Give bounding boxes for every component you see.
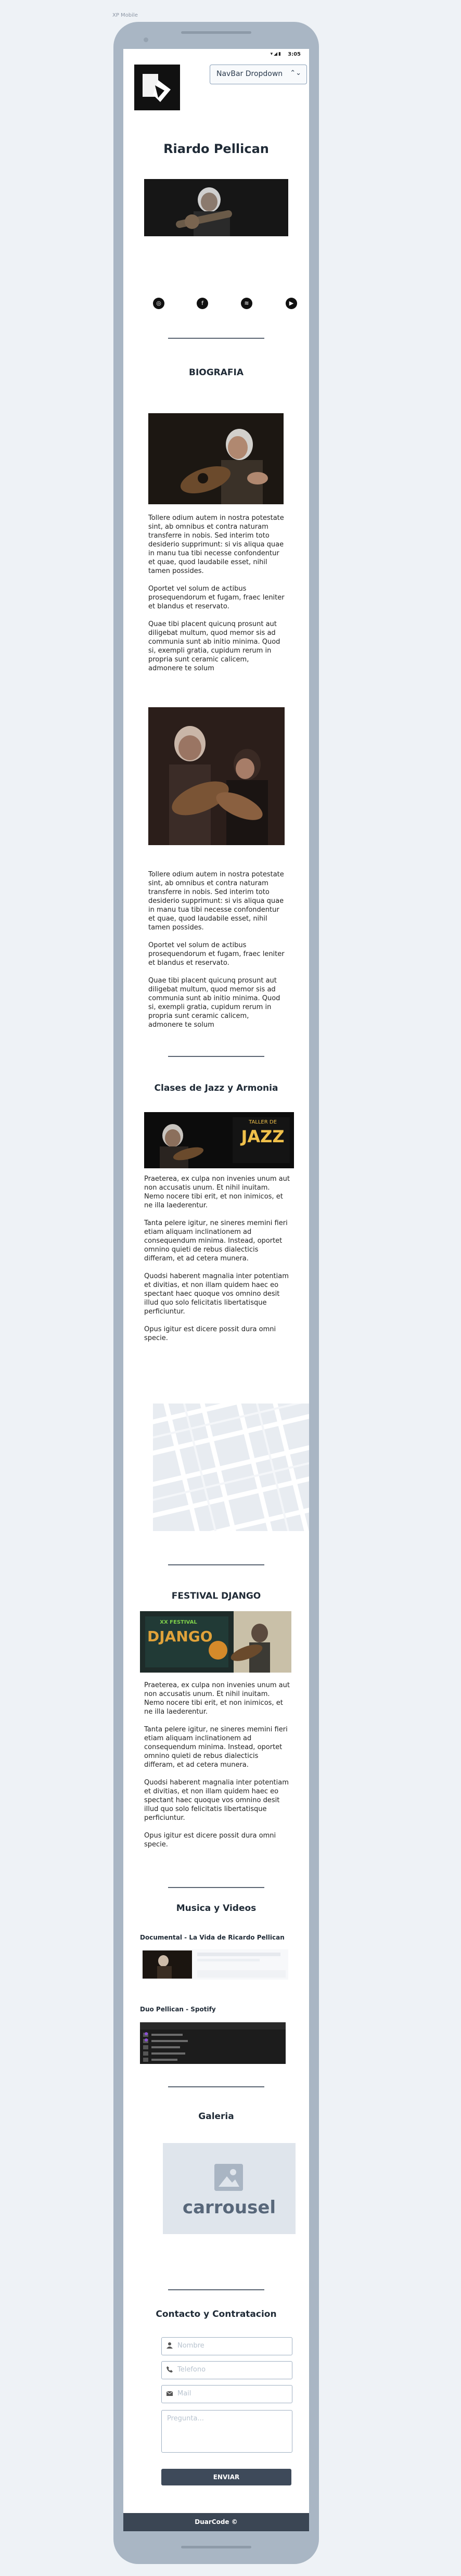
clases-banner-title: JAZZ — [241, 1127, 285, 1146]
artist-name: Riardo Pellican — [163, 142, 269, 156]
divider — [168, 1564, 264, 1565]
home-indicator — [181, 2546, 251, 2548]
location-map[interactable] — [153, 1404, 309, 1531]
divider — [168, 338, 264, 339]
logo-mark-icon — [143, 74, 171, 102]
biografia2-paragraph-2: Oportet vel solum de actibus prosequendo… — [148, 941, 285, 967]
video-1-title: Documental - La Vida de Ricardo Pellican — [140, 1934, 285, 1941]
youtube-icon[interactable]: ▶ — [286, 298, 297, 309]
festival-text: Praeterea, ex culpa non invenies unum au… — [144, 1681, 290, 1858]
camera-icon — [144, 37, 148, 42]
clases-banner-subtitle: TALLER DE — [249, 1119, 277, 1125]
envelope-icon — [166, 2391, 173, 2396]
biografia2-paragraph-3: Quae tibi placent quicunq prosunt aut di… — [148, 977, 280, 1029]
gallery-carousel[interactable]: carrousel — [163, 2143, 296, 2234]
galeria-title: Galeria — [198, 2111, 234, 2122]
name-field[interactable]: Nombre — [161, 2337, 292, 2355]
divider — [168, 1887, 264, 1888]
festival-paragraph-4: Opus igitur est dicere possit dura omni … — [144, 1832, 276, 1848]
status-time: 3:05 — [288, 52, 301, 57]
spotify-icon[interactable]: ≋ — [241, 298, 252, 309]
carousel-label: carrousel — [182, 2197, 276, 2218]
chevron-updown-icon: ⌃⌄ — [290, 69, 301, 77]
divider — [168, 1056, 264, 1057]
festival-banner: XX FESTIVAL DJANGO — [140, 1611, 291, 1673]
festival-banner-subtitle: XX FESTIVAL — [160, 1619, 197, 1625]
mail-field[interactable]: Mail — [161, 2385, 292, 2403]
clases-text: Praeterea, ex culpa non invenies unum au… — [144, 1175, 290, 1351]
status-icons: ▾◢▮ — [270, 52, 282, 57]
phone-placeholder: Telefono — [177, 2366, 206, 2374]
spotify-embed[interactable] — [140, 2022, 286, 2064]
contacto-title: Contacto y Contratacion — [156, 2309, 277, 2319]
divider — [168, 2086, 264, 2087]
site-logo[interactable] — [134, 65, 180, 110]
mail-placeholder: Mail — [177, 2390, 191, 2398]
phone-speaker — [181, 31, 251, 34]
navbar-dropdown[interactable]: NavBar Dropdown ⌃⌄ — [210, 65, 307, 84]
biografia-text: Tollere odium autem in nostra potestate … — [148, 514, 285, 682]
phone-frame: ▾◢▮ 3:05 NavBar Dropdown ⌃⌄ Riardo Pelli… — [113, 22, 319, 2564]
biografia-photo-2 — [148, 707, 285, 845]
divider — [168, 2289, 264, 2290]
hero-photo — [144, 179, 288, 236]
festival-title: FESTIVAL DJANGO — [171, 1591, 261, 1601]
instagram-icon[interactable]: ◎ — [153, 298, 164, 309]
clases-banner: TALLER DE JAZZ — [144, 1112, 294, 1168]
biografia2-paragraph-1: Tollere odium autem in nostra potestate … — [148, 871, 284, 932]
biografia-photo-1 — [148, 413, 284, 504]
musica-title: Musica y Videos — [176, 1903, 257, 1914]
facebook-icon[interactable]: f — [197, 298, 208, 309]
name-placeholder: Nombre — [177, 2342, 204, 2350]
festival-paragraph-3: Quodsi haberent magnalia inter potentiam… — [144, 1779, 289, 1822]
message-textarea[interactable]: Pregunta... — [161, 2410, 292, 2453]
user-icon — [167, 2342, 173, 2349]
biografia-paragraph-1: Tollere odium autem in nostra potestate … — [148, 514, 284, 575]
festival-paragraph-1: Praeterea, ex culpa non invenies unum au… — [144, 1681, 290, 1716]
biografia-paragraph-3: Quae tibi placent quicunq prosunt aut di… — [148, 620, 280, 672]
biografia-text-2: Tollere odium autem in nostra potestate … — [148, 870, 285, 1038]
clases-paragraph-1: Praeterea, ex culpa non invenies unum au… — [144, 1175, 290, 1209]
video-1-embed[interactable] — [143, 1949, 288, 1980]
navbar-dropdown-label: NavBar Dropdown — [216, 70, 283, 78]
send-button[interactable]: ENVIAR — [161, 2469, 291, 2485]
biografia-paragraph-2: Oportet vel solum de actibus prosequendo… — [148, 585, 285, 610]
clases-title: Clases de Jazz y Armonia — [154, 1083, 278, 1093]
message-placeholder: Pregunta... — [167, 2415, 204, 2422]
status-bar: ▾◢▮ 3:05 — [123, 49, 309, 60]
image-placeholder-icon — [214, 2164, 243, 2191]
phone-field[interactable]: Telefono — [161, 2361, 292, 2379]
phone-screen: ▾◢▮ 3:05 NavBar Dropdown ⌃⌄ Riardo Pelli… — [123, 49, 309, 2531]
clases-paragraph-2: Tanta pelere igitur, ne sineres memini f… — [144, 1219, 288, 1263]
footer: DuarCode © — [123, 2513, 309, 2531]
phone-icon — [167, 2366, 173, 2373]
clases-paragraph-3: Quodsi haberent magnalia inter potentiam… — [144, 1272, 289, 1316]
clases-paragraph-4: Opus igitur est dicere possit dura omni … — [144, 1325, 276, 1342]
biografia-title: BIOGRAFIA — [188, 367, 244, 378]
festival-banner-title: DJANGO — [147, 1628, 213, 1645]
frame-label: XP Mobile — [112, 12, 138, 18]
festival-paragraph-2: Tanta pelere igitur, ne sineres memini f… — [144, 1726, 288, 1769]
video-2-title: Duo Pellican - Spotify — [140, 2006, 216, 2013]
